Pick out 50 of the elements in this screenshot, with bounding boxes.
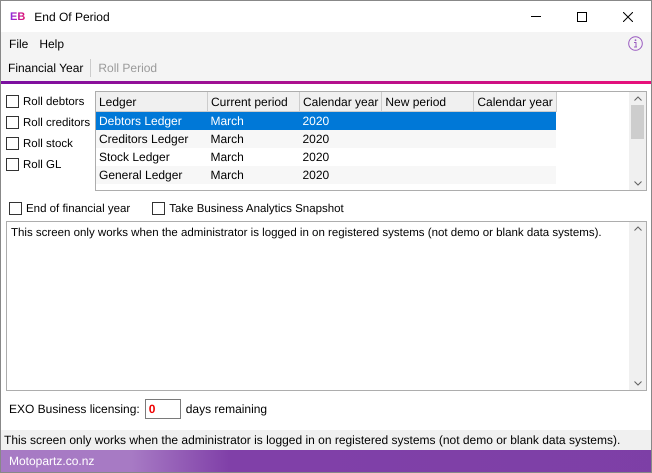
days-field[interactable]: 0 bbox=[144, 399, 181, 419]
table-cell: March bbox=[208, 130, 300, 148]
app-logo: EB bbox=[10, 10, 26, 22]
table-cell: Creditors Ledger bbox=[96, 130, 208, 148]
scroll-down-icon[interactable] bbox=[634, 381, 642, 386]
window-title: End Of Period bbox=[34, 10, 111, 24]
scroll-up-icon[interactable] bbox=[634, 226, 642, 231]
status-bar: This screen only works when the administrator is logged in on registered systems (not demo or blank data systems). bbox=[1, 430, 651, 450]
column-header[interactable]: Calendar year bbox=[474, 92, 556, 112]
table-cell: Stock Ledger bbox=[96, 148, 208, 166]
scrollbar[interactable] bbox=[629, 222, 646, 390]
column-header[interactable]: Calendar year bbox=[300, 92, 382, 112]
column-header[interactable]: New period bbox=[382, 92, 474, 112]
days-label: days remaining bbox=[186, 402, 268, 416]
checkbox-label: Roll stock bbox=[23, 138, 73, 150]
checkbox[interactable] bbox=[6, 116, 19, 129]
table-cell: General Ledger bbox=[96, 166, 208, 184]
checkbox-label: Roll GL bbox=[23, 158, 62, 170]
table-cell: March bbox=[208, 112, 300, 130]
checkbox-label: Roll debtors bbox=[23, 96, 84, 108]
menu-item[interactable]: File bbox=[9, 36, 28, 50]
table-cell: 2020 bbox=[300, 148, 382, 166]
checkbox-label: End of financial year bbox=[26, 202, 130, 214]
column-header[interactable]: Current period bbox=[208, 92, 300, 112]
column-header[interactable]: Ledger bbox=[96, 92, 208, 112]
menu-item[interactable]: Help bbox=[39, 36, 64, 50]
checkbox[interactable] bbox=[152, 202, 166, 215]
maximize-icon bbox=[577, 12, 587, 22]
message-text: This screen only works when the administrator is logged in on registered systems (not demo or blank data systems). bbox=[10, 226, 603, 241]
scrollbar[interactable] bbox=[629, 92, 646, 190]
scroll-up-icon[interactable] bbox=[634, 96, 642, 101]
table-cell: Debtors Ledger bbox=[96, 112, 208, 130]
table-cell: March bbox=[208, 148, 300, 166]
info-icon[interactable] bbox=[628, 36, 643, 51]
checkbox-label: Roll creditors bbox=[23, 116, 90, 128]
checkbox[interactable] bbox=[9, 202, 22, 215]
close-icon bbox=[623, 12, 633, 22]
checkbox[interactable] bbox=[6, 158, 19, 171]
licensing-label: EXO Business licensing: bbox=[9, 402, 140, 416]
table-cell: 2020 bbox=[300, 112, 382, 130]
scroll-down-icon[interactable] bbox=[634, 181, 642, 186]
toolbar-tab[interactable]: Financial Year bbox=[7, 61, 84, 75]
checkbox[interactable] bbox=[6, 95, 19, 108]
minimize-icon bbox=[531, 16, 541, 17]
table-cell: March bbox=[208, 166, 300, 184]
checkbox-label: Take Business Analytics Snapshot bbox=[169, 202, 344, 214]
checkbox[interactable] bbox=[6, 137, 19, 150]
table-cell: 2020 bbox=[300, 166, 382, 184]
company-name: Motopartz.co.nz bbox=[9, 454, 94, 468]
table-cell: 2020 bbox=[300, 130, 382, 148]
